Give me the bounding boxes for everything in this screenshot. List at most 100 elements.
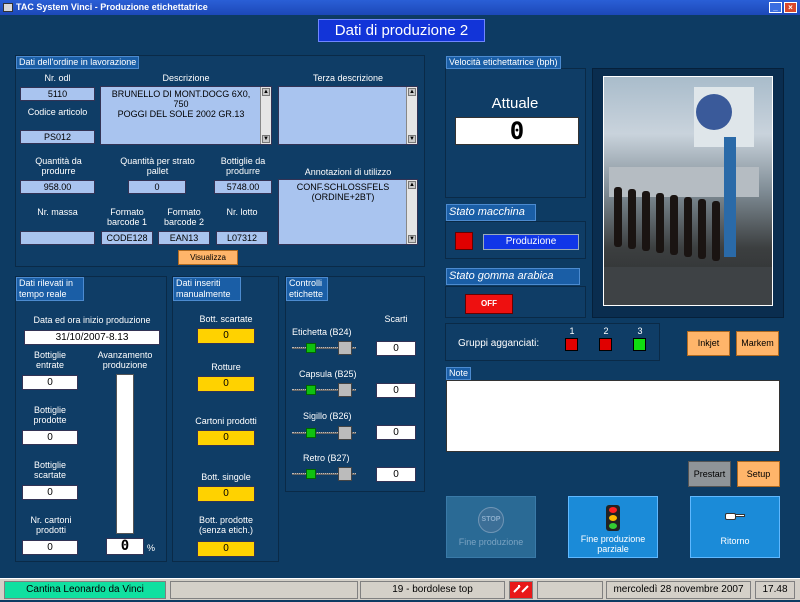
nr-odl-field: 5110: [20, 87, 95, 101]
quantita-label: Quantità da produrre: [35, 156, 82, 176]
note-section-label: Note: [446, 367, 472, 380]
data-inizio-label: Data ed ora inizio produzione: [33, 315, 151, 325]
page-title: Dati di produzione 2: [318, 19, 485, 42]
gruppo-2-number: 2: [603, 326, 609, 336]
barcode2-field: EAN13: [158, 231, 210, 245]
rotture-field[interactable]: 0: [197, 376, 255, 392]
connection-icon-drawing: [513, 585, 529, 593]
bottiglie-scartate-field: 0: [22, 485, 78, 500]
date-status: mercoledì 28 novembre 2007: [606, 581, 751, 599]
etichetta-indicator: [306, 343, 316, 353]
fine-produzione-parziale-button[interactable]: Fine produzione parziale: [568, 496, 658, 558]
nr-massa-label: Nr. massa: [37, 207, 78, 217]
barcode1-field: CODE128: [101, 231, 153, 245]
status-bar: Cantina Leonardo da Vinci 19 - bordolese…: [0, 578, 800, 600]
sigillo-scarti-field: 0: [376, 425, 416, 440]
app-icon: [3, 3, 13, 12]
note-textarea[interactable]: [446, 380, 780, 452]
gruppo-1-led: [565, 338, 578, 351]
capsula-label: Capsula (B25): [299, 369, 357, 379]
bottiglie-prodotte-label: Bottiglie prodotte: [33, 405, 67, 425]
terza-descrizione-textarea[interactable]: ▲ ▼: [278, 86, 418, 145]
controlli-section-label: Controlli etichette: [286, 277, 328, 301]
bott-singole-label: Bott. singole: [201, 472, 251, 482]
window-title: TAC System Vinci - Produzione etichettat…: [16, 2, 208, 12]
bottiglie-entrate-field: 0: [22, 375, 78, 390]
velocita-attuale-value: 0: [455, 117, 579, 145]
cartoni-prodotti-label: Cartoni prodotti: [195, 416, 257, 426]
scroll-down-icon[interactable]: ▼: [408, 135, 416, 143]
manuali-section-label: Dati inseriti manualmente: [173, 277, 241, 301]
scroll-down-icon[interactable]: ▼: [262, 135, 270, 143]
etichetta-scarti-field: 0: [376, 341, 416, 356]
barcode1-label: Formato barcode 1: [106, 207, 148, 227]
prestart-button[interactable]: Prestart: [688, 461, 731, 487]
stato-macchina-label: Stato macchina: [446, 204, 536, 221]
ritorno-label: Ritorno: [720, 536, 750, 546]
annotazioni-textarea[interactable]: CONF.SCHLOSSFELS (ORDINE+2BT) ▲ ▼: [278, 179, 418, 245]
annotazioni-scrollbar[interactable]: ▲ ▼: [406, 180, 417, 244]
codice-articolo-field: PS012: [20, 130, 95, 144]
codice-articolo-label: Codice articolo: [27, 107, 88, 117]
strato-field: 0: [128, 180, 186, 194]
capsula-scarti-field: 0: [376, 383, 416, 398]
time-status: 17.48: [755, 581, 795, 599]
rotture-label: Rotture: [211, 362, 241, 372]
visualizza-button[interactable]: Visualizza: [178, 250, 238, 265]
data-inizio-field: 31/10/2007-8.13: [24, 330, 160, 345]
ritorno-button[interactable]: Ritorno: [690, 496, 780, 558]
cartoni-prodotti-field[interactable]: 0: [197, 430, 255, 446]
sigillo-label: Sigillo (B26): [303, 411, 352, 421]
quantita-field: 958.00: [20, 180, 95, 194]
avanzamento-unit: %: [147, 543, 156, 553]
annotazioni-label: Annotazioni di utilizzo: [304, 167, 392, 177]
ordine-section-label: Dati dell'ordine in lavorazione: [16, 56, 140, 69]
scroll-up-icon[interactable]: ▲: [408, 181, 416, 189]
velocita-section-label: Velocità etichettatrice (bph): [446, 56, 561, 69]
bott-scartate-label: Bott. scartate: [199, 314, 253, 324]
capsula-slider-handle[interactable]: [338, 383, 352, 397]
bottiglie-da-produrre-field: 5748.00: [214, 180, 272, 194]
inkjet-button[interactable]: Inkjet: [687, 331, 730, 356]
status-empty: [537, 581, 603, 599]
fine-produzione-button[interactable]: STOP Fine produzione: [446, 496, 536, 558]
nr-massa-field: [20, 231, 95, 245]
status-spacer: [170, 581, 358, 599]
close-button[interactable]: ×: [784, 2, 797, 13]
retro-slider-handle[interactable]: [338, 467, 352, 481]
bott-singole-field[interactable]: 0: [197, 486, 255, 502]
etichetta-slider-handle[interactable]: [338, 341, 352, 355]
terza-scrollbar[interactable]: ▲ ▼: [406, 87, 417, 144]
bottiglie-scartate-label: Bottiglie scartate: [33, 460, 67, 480]
lotto-field: L07312: [216, 231, 268, 245]
scroll-up-icon[interactable]: ▲: [262, 88, 270, 96]
minimize-button[interactable]: _: [769, 2, 782, 13]
stato-macchina-led: [455, 232, 473, 250]
descrizione-label: Descrizione: [162, 73, 210, 83]
setup-button[interactable]: Setup: [737, 461, 780, 487]
descrizione-textarea[interactable]: BRUNELLO DI MONT.DOCG 6X0, 750 POGGI DEL…: [100, 86, 272, 145]
bott-scartate-field[interactable]: 0: [197, 328, 255, 344]
gruppi-label: Gruppi agganciati:: [458, 338, 540, 349]
avanzamento-value: 0: [106, 538, 144, 555]
sigillo-slider-handle[interactable]: [338, 426, 352, 440]
attuale-label: Attuale: [491, 95, 539, 112]
descrizione-scrollbar[interactable]: ▲ ▼: [260, 87, 271, 144]
descrizione-text: BRUNELLO DI MONT.DOCG 6X0, 750 POGGI DEL…: [111, 89, 251, 119]
machine-photo: [603, 76, 773, 306]
barcode2-label: Formato barcode 2: [163, 207, 205, 227]
gomma-off-toggle[interactable]: OFF: [465, 294, 513, 314]
scroll-down-icon[interactable]: ▼: [408, 235, 416, 243]
machine-photo-drawing: [604, 87, 772, 305]
retro-label: Retro (B27): [303, 453, 350, 463]
pointing-hand-icon: [725, 510, 745, 522]
terza-descrizione-label: Terza descrizione: [312, 73, 384, 83]
gruppo-3-led: [633, 338, 646, 351]
lotto-label: Nr. lotto: [226, 207, 258, 217]
markem-button[interactable]: Markem: [736, 331, 779, 356]
scroll-up-icon[interactable]: ▲: [408, 88, 416, 96]
gruppo-2-led: [599, 338, 612, 351]
connection-icon: [509, 581, 533, 599]
traffic-light-icon: [606, 505, 620, 531]
bott-senza-etich-field[interactable]: 0: [197, 541, 255, 557]
